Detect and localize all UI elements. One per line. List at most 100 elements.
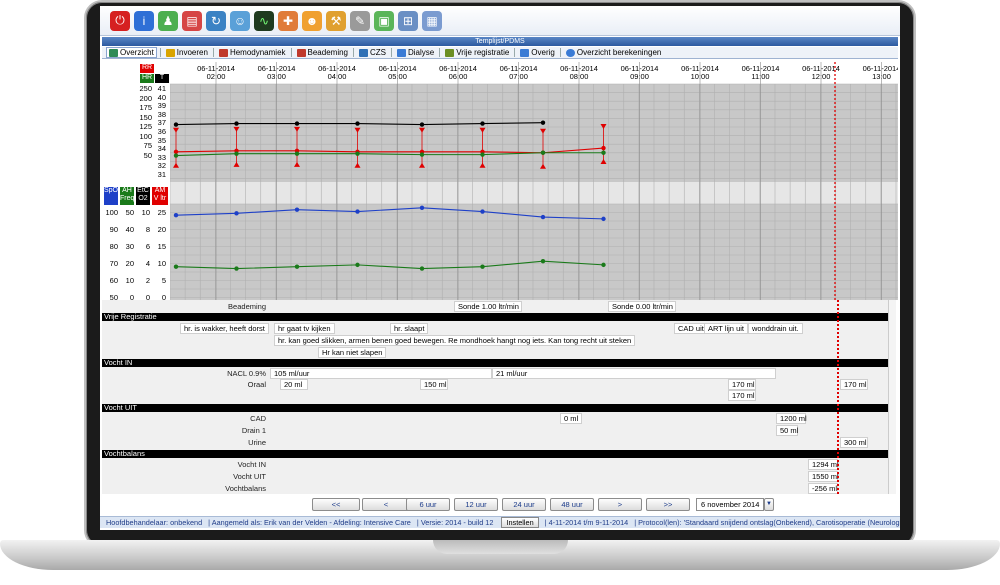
tools-icon[interactable]: ⚒ bbox=[326, 10, 346, 31]
output-entry[interactable]: 1200 ml bbox=[776, 413, 807, 424]
legend-t: T bbox=[155, 74, 169, 83]
data-point-hr bbox=[355, 151, 360, 156]
beademing-entry[interactable]: Sonde 0.00 ltr/min bbox=[608, 301, 676, 312]
status-bar: Hoofdbehandelaar: onbekend | Aangemeld al… bbox=[100, 516, 900, 528]
tab-overzicht[interactable]: Overzicht bbox=[106, 47, 157, 58]
infusion-entry[interactable]: 105 ml/uur bbox=[270, 368, 492, 379]
output-entry[interactable]: 300 ml bbox=[840, 437, 868, 448]
data-point-spo2 bbox=[355, 209, 360, 214]
app-window: ⏻ i ♟ ▤ ↻ ☺ ∿ ✚ ☻ ⚒ ✎ ▣ ⊞ ▦ Templijst/PD… bbox=[100, 6, 900, 530]
clip-icon[interactable]: ✎ bbox=[350, 10, 370, 31]
lower-scale-tick: 50 bbox=[125, 208, 134, 217]
note-entry[interactable]: hr. slaapt bbox=[390, 323, 429, 334]
hr-scale-tick: 50 bbox=[143, 150, 152, 160]
data-point-ah-freq bbox=[173, 264, 179, 269]
instellen-button[interactable]: Instellen bbox=[501, 517, 539, 528]
tab-beademing[interactable]: Beademing bbox=[295, 48, 350, 57]
hr-scale-tick: 125 bbox=[139, 122, 152, 131]
tab-czs[interactable]: CZS bbox=[357, 48, 388, 57]
users-icon[interactable]: ☺ bbox=[230, 10, 250, 31]
data-point-ah-freq bbox=[480, 264, 485, 269]
tab-invoeren[interactable]: Invoeren bbox=[164, 48, 210, 57]
spacer-band bbox=[170, 182, 898, 204]
document-icon[interactable]: ▣ bbox=[374, 10, 394, 31]
legend-hr: HR bbox=[140, 74, 154, 83]
next-button[interactable]: > bbox=[598, 498, 642, 511]
oral-entry[interactable]: 170 ml bbox=[728, 379, 756, 390]
doctor-icon[interactable]: ✚ bbox=[278, 10, 298, 31]
balance-value: 1550 ml bbox=[808, 471, 839, 482]
note-entry[interactable]: hr. kan goed slikken, armen benen goed b… bbox=[274, 335, 636, 346]
chart-legend-panel: RR HR T 250 200 175 150 125 100 75 50 41 40 39 38 3… bbox=[104, 62, 170, 302]
row-label-nacl: NACL 0.9% bbox=[227, 369, 266, 378]
48-hour-button[interactable]: 48 uur bbox=[550, 498, 594, 511]
output-entry[interactable]: 50 ml bbox=[776, 425, 798, 436]
data-point-hr bbox=[540, 150, 546, 155]
row-label-drain: Drain 1 bbox=[241, 426, 266, 435]
person-icon[interactable]: ♟ bbox=[158, 10, 178, 31]
note-entry[interactable]: CAD uit bbox=[674, 323, 708, 334]
book-icon[interactable]: ▤ bbox=[182, 10, 202, 31]
12-hour-button[interactable]: 12 uur bbox=[454, 498, 498, 511]
info-icon[interactable]: i bbox=[134, 10, 154, 31]
legend-spo2: SpO2% bbox=[104, 187, 128, 205]
row-label-vocht-in: Vocht IN bbox=[237, 460, 266, 469]
beademing-label: Beademing bbox=[228, 302, 266, 311]
data-point-hr bbox=[294, 151, 300, 156]
section-header-vocht-in: Vocht IN bbox=[102, 359, 888, 367]
calculator-icon bbox=[565, 48, 575, 57]
hr-scale-tick: 250 bbox=[139, 84, 152, 93]
time-navigation: << < 6 uur 12 uur 24 uur 48 uur > >> 6 n… bbox=[100, 498, 900, 514]
data-point-spo2 bbox=[294, 207, 300, 212]
lower-panel-bg bbox=[170, 204, 898, 300]
infusion-entry[interactable]: 21 ml/uur bbox=[492, 368, 776, 379]
oral-entry[interactable]: 170 ml bbox=[840, 379, 868, 390]
tab-overig[interactable]: Overig bbox=[518, 48, 557, 57]
note-entry[interactable]: Hr kan niet slapen bbox=[318, 347, 387, 358]
note-entry[interactable]: hr gaat tv kijken bbox=[274, 323, 335, 334]
lower-scale-tick: 90 bbox=[109, 225, 118, 234]
prev-button[interactable]: < bbox=[362, 498, 410, 511]
6-hour-button[interactable]: 6 uur bbox=[406, 498, 450, 511]
output-entry[interactable]: 0 ml bbox=[560, 413, 582, 424]
monitor-icon[interactable]: ∿ bbox=[254, 10, 274, 31]
balance-value: 1294 ml bbox=[808, 459, 839, 470]
oral-entry[interactable]: 20 ml bbox=[280, 379, 308, 390]
chevron-down-icon[interactable]: ▼ bbox=[764, 498, 774, 511]
note-entry[interactable]: hr. is wakker, heeft dorst bbox=[180, 323, 269, 334]
note-entry[interactable]: ART lijn uit bbox=[704, 323, 748, 334]
status-aangemeld: Aangemeld als: Erik van der Velden - Afd… bbox=[211, 518, 411, 527]
tab-overzicht-berekeningen[interactable]: Overzicht berekeningen bbox=[564, 48, 664, 57]
data-point-spo2 bbox=[480, 209, 485, 214]
oral-entry[interactable]: 170 ml bbox=[728, 390, 756, 401]
lower-scale-tick: 10 bbox=[125, 276, 134, 285]
beademing-entry[interactable]: Sonde 1.00 ltr/min bbox=[454, 301, 522, 312]
contacts-icon[interactable]: ☻ bbox=[302, 10, 322, 31]
tab-hemodynamiek[interactable]: Hemodynamiek bbox=[217, 48, 288, 57]
network-icon[interactable]: ⊞ bbox=[398, 10, 418, 31]
data-point-hr bbox=[234, 151, 239, 156]
tab-dialyse[interactable]: Dialyse bbox=[395, 48, 436, 57]
refresh-icon[interactable]: ↻ bbox=[206, 10, 226, 31]
tab-separator bbox=[514, 48, 516, 57]
data-point-hr bbox=[419, 152, 425, 157]
oral-entry[interactable]: 150 ml bbox=[420, 379, 448, 390]
first-button[interactable]: << bbox=[312, 498, 360, 511]
tab-separator bbox=[353, 48, 354, 57]
note-entry[interactable]: wonddrain uit. bbox=[748, 323, 803, 334]
data-point-t bbox=[355, 121, 360, 126]
tab-vrije-registratie[interactable]: Vrije registratie bbox=[443, 48, 511, 57]
row-label-oraal: Oraal bbox=[247, 380, 266, 389]
report-icon[interactable]: ▦ bbox=[422, 10, 442, 31]
vertical-scrollbar[interactable] bbox=[888, 300, 896, 494]
power-icon[interactable]: ⏻ bbox=[110, 10, 130, 31]
date-picker[interactable]: 6 november 2014 bbox=[696, 498, 764, 511]
data-point-ah-freq bbox=[419, 266, 425, 271]
data-point-ah-freq bbox=[234, 266, 239, 271]
tab-separator bbox=[559, 48, 561, 57]
main-toolbar: ⏻ i ♟ ▤ ↻ ☺ ∿ ✚ ☻ ⚒ ✎ ▣ ⊞ ▦ bbox=[100, 6, 900, 36]
24-hour-button[interactable]: 24 uur bbox=[502, 498, 546, 511]
last-button[interactable]: >> bbox=[646, 498, 690, 511]
lower-scale-tick: 8 bbox=[145, 225, 150, 234]
data-point-rr bbox=[601, 145, 606, 151]
